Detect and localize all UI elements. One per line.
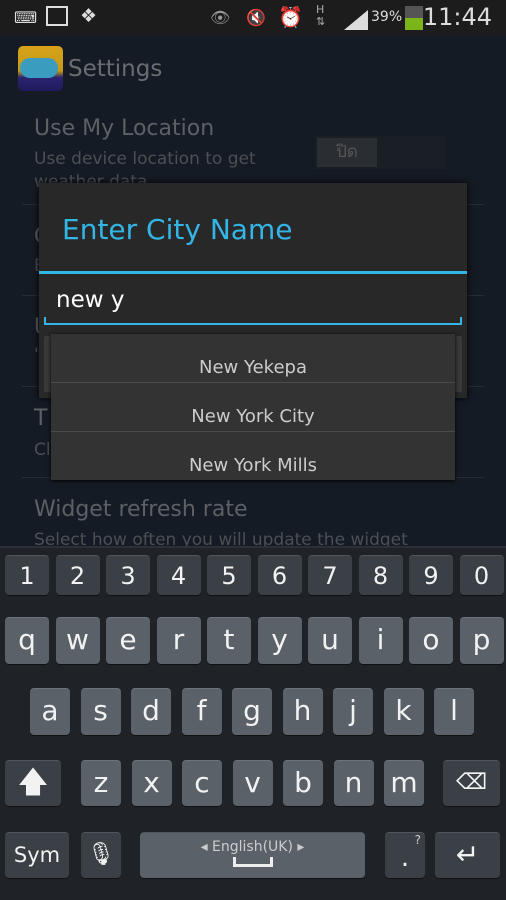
key-d[interactable]: d: [131, 688, 171, 735]
signal-icon: [344, 10, 368, 30]
key-j[interactable]: j: [333, 688, 373, 735]
key-5[interactable]: 5: [207, 555, 251, 595]
key-8[interactable]: 8: [358, 555, 403, 595]
microphone-icon: 🎙: [87, 842, 115, 867]
app-weather-icon[interactable]: [18, 46, 63, 91]
city-name-input[interactable]: new y: [44, 283, 462, 325]
shift-arrow-icon: 🡅: [17, 765, 49, 800]
key-b[interactable]: b: [283, 760, 323, 806]
key-1[interactable]: 1: [5, 555, 49, 595]
key-z[interactable]: z: [81, 760, 121, 806]
key-c[interactable]: c: [182, 760, 222, 806]
backspace-icon: ⌫: [455, 770, 488, 795]
key-f[interactable]: f: [181, 688, 222, 735]
key-l[interactable]: l: [434, 688, 474, 735]
backspace-key[interactable]: ⌫: [443, 760, 500, 806]
key-i[interactable]: i: [358, 617, 403, 664]
period-hint: ?: [414, 833, 421, 847]
voice-input-key[interactable]: 🎙: [81, 832, 121, 878]
eye-icon: 👁: [210, 8, 231, 27]
suggestion-item[interactable]: New York Mills: [51, 432, 455, 481]
pref-widget-refresh-title[interactable]: Widget refresh rate: [34, 497, 248, 522]
key-9[interactable]: 9: [409, 555, 453, 595]
key-6[interactable]: 6: [257, 555, 302, 595]
keyboard: 1 2 3 4 5 6 7 8 9 0 q w e r t y u i o p a s d f g h j k l 🡅 z x c v b n m ⌫ Sy…: [0, 546, 506, 900]
toggle-label: ปิด: [317, 138, 377, 167]
sym-key[interactable]: Sym: [5, 832, 69, 878]
enter-icon: ↵: [455, 838, 480, 871]
status-bar: ⌨ ❖ 👁 🔇 ⏰ H ⇅ 39% 11:44: [0, 0, 506, 36]
key-w[interactable]: w: [55, 617, 100, 664]
key-m[interactable]: m: [384, 760, 424, 806]
location-toggle[interactable]: ปิด: [315, 136, 445, 169]
key-v[interactable]: v: [232, 760, 273, 806]
key-2[interactable]: 2: [55, 555, 100, 595]
suggestion-item[interactable]: New York City: [51, 383, 455, 432]
key-4[interactable]: 4: [156, 555, 201, 595]
pref-title[interactable]: T: [34, 406, 47, 431]
key-o[interactable]: o: [409, 617, 453, 664]
key-x[interactable]: x: [131, 760, 172, 806]
key-h[interactable]: h: [282, 688, 323, 735]
period-label: .: [400, 843, 410, 873]
battery-icon: [405, 6, 423, 30]
pref-summary: Cl: [34, 440, 51, 460]
dropbox-icon: ❖: [80, 5, 98, 27]
enter-key[interactable]: ↵: [435, 832, 500, 878]
space-key[interactable]: ◂ English(UK) ▸: [140, 832, 365, 878]
key-y[interactable]: y: [257, 617, 302, 664]
key-r[interactable]: r: [156, 617, 201, 664]
mute-icon: 🔇: [246, 8, 266, 27]
page-title: Settings: [68, 56, 163, 82]
key-n[interactable]: n: [333, 760, 374, 806]
space-bar-icon: [232, 857, 273, 867]
key-u[interactable]: u: [308, 617, 352, 664]
dialog-title: Enter City Name: [62, 213, 293, 246]
shift-key[interactable]: 🡅: [5, 760, 61, 806]
key-7[interactable]: 7: [308, 555, 352, 595]
battery-percent: 39%: [371, 9, 403, 25]
input-value: new y: [56, 287, 125, 313]
key-a[interactable]: a: [30, 688, 70, 735]
key-t[interactable]: t: [207, 617, 251, 664]
key-s[interactable]: s: [80, 688, 121, 735]
clock: 11:44: [422, 3, 492, 31]
image-icon: [46, 6, 68, 26]
title-divider: [39, 271, 467, 274]
key-0[interactable]: 0: [459, 555, 504, 595]
suggestions-dropdown: New Yekepa New York City New York Mills: [51, 334, 455, 480]
key-q[interactable]: q: [5, 617, 49, 664]
suggestion-item[interactable]: New Yekepa: [51, 334, 455, 383]
period-key[interactable]: ?.: [385, 832, 425, 878]
key-p[interactable]: p: [459, 617, 504, 664]
key-g[interactable]: g: [232, 688, 272, 735]
keyboard-icon: ⌨: [14, 8, 38, 27]
language-label: English(UK): [212, 839, 293, 855]
key-k[interactable]: k: [383, 688, 424, 735]
pref-use-my-location-title[interactable]: Use My Location: [34, 116, 214, 141]
hspa-data-icon: H ⇅: [316, 3, 326, 28]
key-3[interactable]: 3: [106, 555, 150, 595]
key-e[interactable]: e: [106, 617, 150, 664]
alarm-icon: ⏰: [278, 5, 303, 29]
